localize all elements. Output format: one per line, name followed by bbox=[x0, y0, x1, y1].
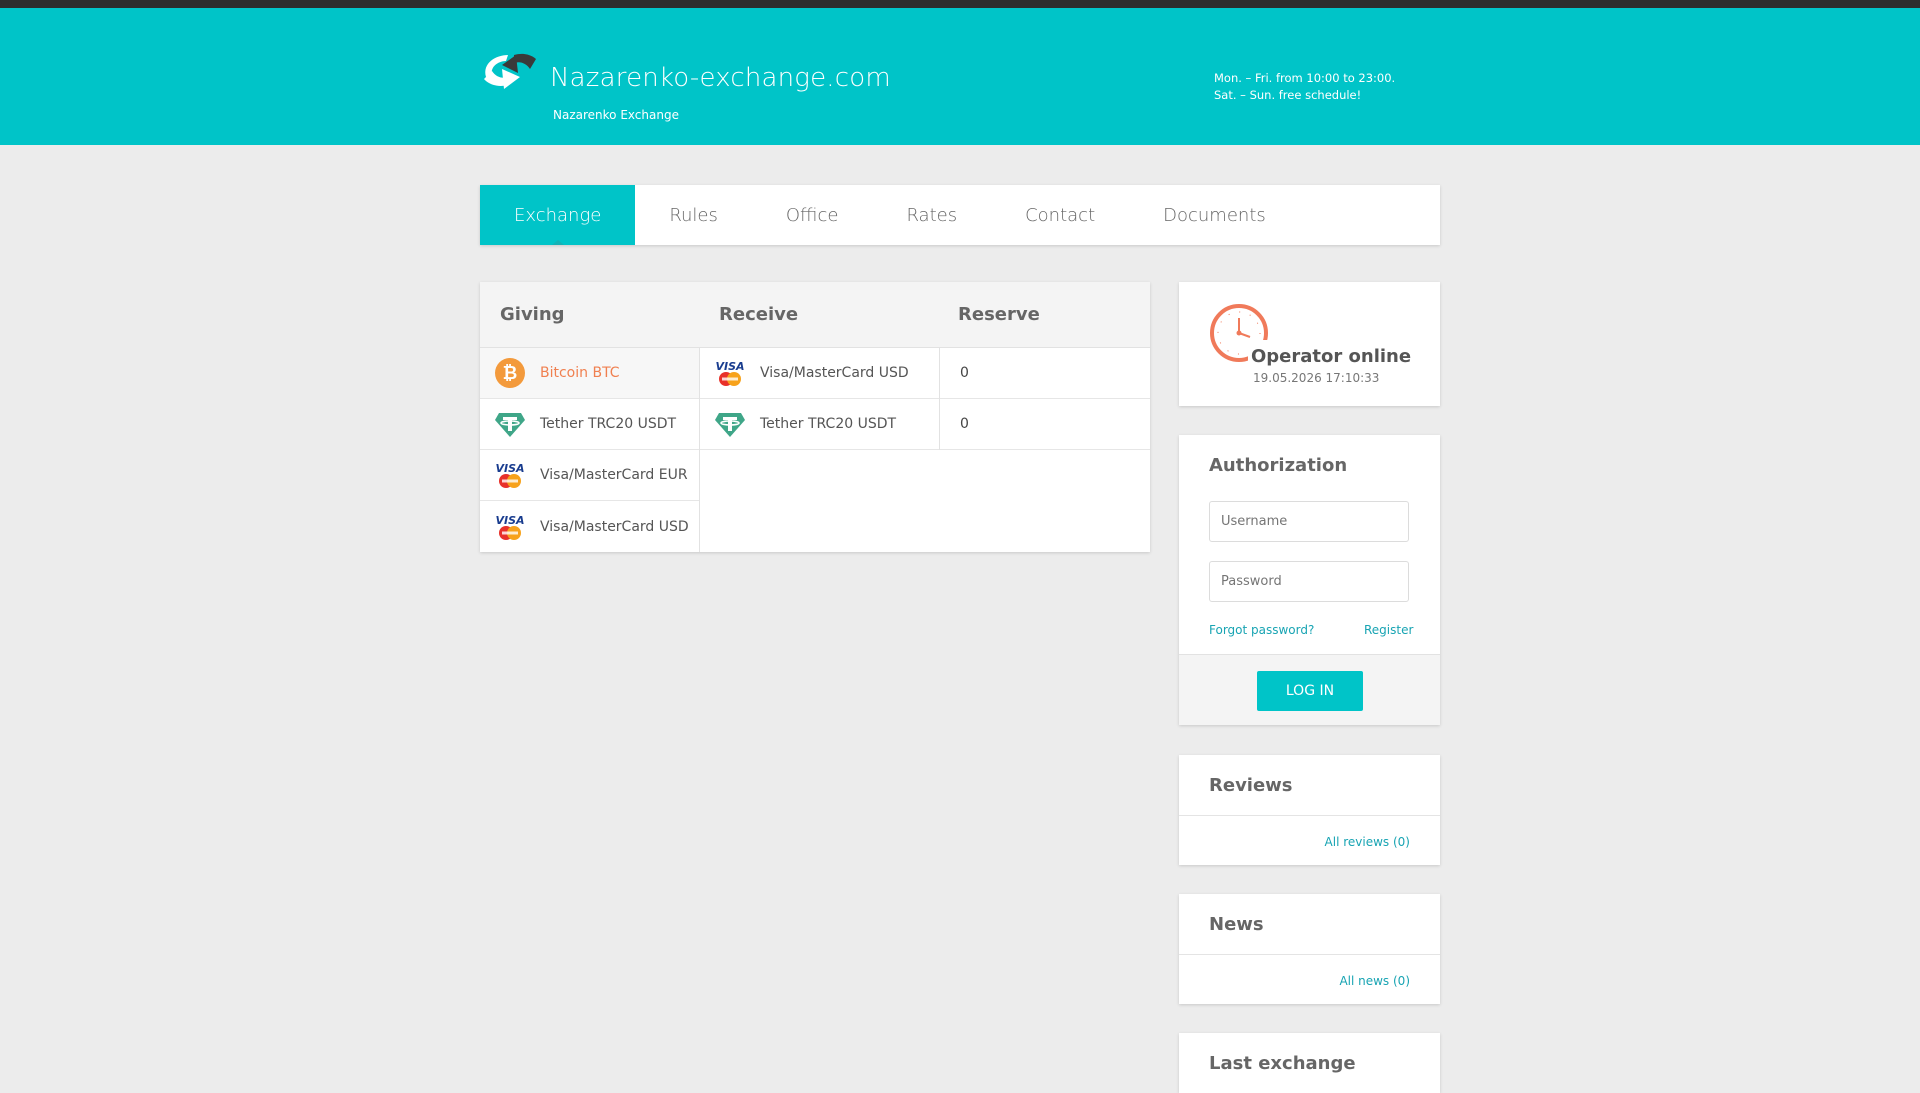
tether-icon bbox=[495, 413, 525, 437]
svg-text:₿: ₿ bbox=[503, 363, 518, 384]
svg-text:VISA: VISA bbox=[715, 360, 744, 373]
last-exchange-title: Last exchange bbox=[1209, 1053, 1356, 1074]
exchange-table: Giving Receive Reserve ₿ Bitcoin BTC Tet… bbox=[480, 282, 1150, 552]
receive-item-tether-trc20-usdt[interactable]: Tether TRC20 USDT bbox=[700, 399, 939, 450]
news-title: News bbox=[1209, 914, 1264, 935]
news-panel: News All news (0) bbox=[1179, 894, 1440, 1004]
reserve-value: 0 bbox=[960, 416, 969, 432]
visa-mastercard-icon: VISA bbox=[715, 360, 745, 386]
visa-mastercard-icon: VISA bbox=[495, 462, 525, 488]
username-field[interactable] bbox=[1209, 501, 1409, 542]
all-news-link[interactable]: All news (0) bbox=[1339, 974, 1410, 988]
svg-text:VISA: VISA bbox=[495, 514, 524, 527]
hours-weekend: Sat. – Sun. free schedule! bbox=[1214, 88, 1362, 102]
giving-item-visa-mastercard-eur[interactable]: VISA Visa/MasterCard EUR bbox=[480, 450, 699, 501]
divider bbox=[1179, 954, 1440, 955]
visa-mastercard-icon: VISA bbox=[495, 514, 525, 540]
operator-status-panel: Operator online 19.05.2026 17:10:33 bbox=[1179, 282, 1440, 406]
operator-status: Operator online bbox=[1251, 346, 1412, 367]
site-title[interactable]: Nazarenko-exchange.com bbox=[550, 63, 891, 93]
tether-icon bbox=[715, 413, 745, 437]
header-reserve: Reserve bbox=[958, 304, 1040, 325]
divider bbox=[1179, 815, 1440, 816]
site-header: Nazarenko-exchange.com Nazarenko Exchang… bbox=[0, 8, 1920, 145]
receive-item-visa-mastercard-usd[interactable]: VISA Visa/MasterCard USD bbox=[700, 348, 939, 399]
tab-rates[interactable]: Rates bbox=[872, 185, 991, 245]
tab-exchange[interactable]: Exchange bbox=[480, 185, 636, 245]
logo-icon[interactable] bbox=[480, 49, 540, 93]
reserve-value: 0 bbox=[960, 365, 969, 381]
table-header: Giving Receive Reserve bbox=[480, 282, 1150, 348]
register-link[interactable]: Register bbox=[1364, 623, 1413, 637]
authorization-panel: Authorization Forgot password? Register … bbox=[1179, 435, 1440, 725]
tab-contact[interactable]: Contact bbox=[991, 185, 1129, 245]
giving-item-label: Visa/MasterCard USD bbox=[540, 518, 689, 535]
tab-documents[interactable]: Documents bbox=[1129, 185, 1300, 245]
svg-text:VISA: VISA bbox=[495, 462, 524, 475]
hours-weekdays: Mon. – Fri. from 10:00 to 23:00. bbox=[1214, 71, 1396, 85]
giving-item-tether-trc20-usdt[interactable]: Tether TRC20 USDT bbox=[480, 399, 699, 450]
bitcoin-icon: ₿ bbox=[495, 358, 525, 388]
top-strip bbox=[0, 0, 1920, 8]
all-reviews-link[interactable]: All reviews (0) bbox=[1325, 835, 1410, 849]
receive-item-label: Tether TRC20 USDT bbox=[760, 416, 897, 432]
main-nav: Exchange Rules Office Rates Contact Docu… bbox=[480, 185, 1440, 245]
header-receive: Receive bbox=[719, 304, 799, 325]
giving-item-label: Visa/MasterCard EUR bbox=[540, 467, 688, 483]
forgot-password-link[interactable]: Forgot password? bbox=[1209, 623, 1314, 637]
giving-item-label: Tether TRC20 USDT bbox=[540, 416, 677, 432]
giving-item-visa-mastercard-usd[interactable]: VISA Visa/MasterCard USD bbox=[480, 501, 699, 552]
working-hours: Mon. – Fri. from 10:00 to 23:00. Sat. – … bbox=[1214, 70, 1395, 104]
receive-item-label: Visa/MasterCard USD bbox=[760, 365, 909, 381]
reserve-cell: 0 bbox=[940, 348, 1150, 399]
operator-timestamp: 19.05.2026 17:10:33 bbox=[1253, 371, 1380, 385]
tab-office[interactable]: Office bbox=[752, 185, 873, 245]
reviews-title: Reviews bbox=[1209, 775, 1293, 796]
tab-rules[interactable]: Rules bbox=[635, 185, 752, 245]
password-field[interactable] bbox=[1209, 561, 1409, 602]
reviews-panel: Reviews All reviews (0) bbox=[1179, 755, 1440, 865]
reserve-cell: 0 bbox=[940, 399, 1150, 450]
authorization-title: Authorization bbox=[1209, 455, 1348, 476]
login-button[interactable]: LOG IN bbox=[1257, 671, 1363, 711]
giving-item-label: Bitcoin BTC bbox=[540, 365, 620, 381]
site-subtitle: Nazarenko Exchange bbox=[553, 108, 679, 122]
giving-item-bitcoin-btc[interactable]: ₿ Bitcoin BTC bbox=[480, 348, 699, 399]
authorization-footer: LOG IN bbox=[1179, 654, 1440, 725]
header-giving: Giving bbox=[500, 304, 565, 325]
last-exchange-panel: Last exchange bbox=[1179, 1033, 1440, 1093]
